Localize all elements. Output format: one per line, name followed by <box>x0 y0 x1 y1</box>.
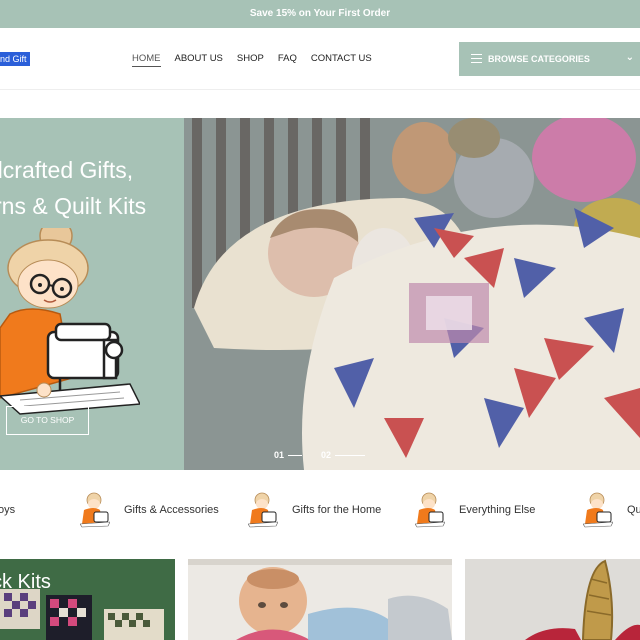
basket-image <box>465 559 640 640</box>
hero-title-line-1: dcrafted Gifts, <box>0 157 134 183</box>
category-label: Gifts & Accessories <box>124 504 219 516</box>
category-label: Qu <box>627 504 640 516</box>
collection-card-title: ck Kits <box>0 571 51 593</box>
logo-text: nd Gift <box>0 54 27 64</box>
category-label: Everything Else <box>459 504 536 516</box>
go-to-shop-button[interactable]: GO TO SHOP <box>6 406 89 435</box>
baby-doll-image <box>188 559 452 640</box>
collection-card-block-kits[interactable]: ck Kits <box>0 559 175 640</box>
slide-number-2: 02 <box>321 450 332 460</box>
main-nav: HOME ABOUT US SHOP FAQ CONTACT US <box>132 52 372 67</box>
category-item-quilt[interactable]: Qu <box>583 492 640 528</box>
hero-photo <box>184 118 640 470</box>
hero-title-line-2: rns & Quilt Kits <box>0 193 147 219</box>
grandma-sewing-icon <box>80 492 110 528</box>
nav-shop[interactable]: SHOP <box>237 52 264 67</box>
slide-bar-2 <box>335 455 366 457</box>
browse-categories-button[interactable]: BROWSE CATEGORIES ⌄ <box>459 42 640 76</box>
hamburger-icon <box>471 54 482 63</box>
slide-indicator-2[interactable]: 02 <box>321 450 366 460</box>
browse-categories-label: BROWSE CATEGORIES <box>488 54 590 64</box>
category-item-gifts-accessories[interactable]: Gifts & Accessories <box>80 492 219 528</box>
nav-home[interactable]: HOME <box>132 52 161 67</box>
category-item-everything-else[interactable]: Everything Else <box>415 492 535 528</box>
hero-image-quilt-girl: 01 02 <box>184 118 640 470</box>
grandma-sewing-icon <box>583 492 613 528</box>
collection-cards: ck Kits <box>0 559 640 640</box>
category-item-gifts-home[interactable]: Gifts for the Home <box>248 492 381 528</box>
category-label: Gifts for the Home <box>292 504 382 516</box>
slide-bar-1 <box>288 455 303 457</box>
nav-faq[interactable]: FAQ <box>278 52 297 67</box>
announcement-bar: Save 15% on Your First Order <box>0 0 640 28</box>
chevron-down-icon: ⌄ <box>625 52 634 63</box>
grandma-sewing-icon <box>415 492 445 528</box>
collection-card-baby[interactable] <box>188 559 452 640</box>
slide-indicator-1[interactable]: 01 <box>274 450 303 460</box>
announcement-text: Save 15% on Your First Order <box>249 8 391 19</box>
grandma-sewing-icon <box>248 492 278 528</box>
slide-number-1: 01 <box>274 450 285 460</box>
category-strip: oys Gifts & Accessories Gifts for the Ho… <box>0 486 640 534</box>
nav-contact-us[interactable]: CONTACT US <box>311 52 372 67</box>
category-label: oys <box>0 504 16 516</box>
hero-text-panel: dcrafted Gifts, rns & Quilt Kits GO TO S… <box>0 118 184 470</box>
hero-title: dcrafted Gifts, rns & Quilt Kits <box>0 152 146 224</box>
site-header: nd Gift HOME ABOUT US SHOP FAQ CONTACT U… <box>0 28 640 90</box>
logo[interactable]: nd Gift <box>0 52 30 66</box>
category-item-toys[interactable]: oys <box>0 492 15 528</box>
nav-about-us[interactable]: ABOUT US <box>175 52 223 67</box>
collection-card-basket[interactable] <box>465 559 640 640</box>
